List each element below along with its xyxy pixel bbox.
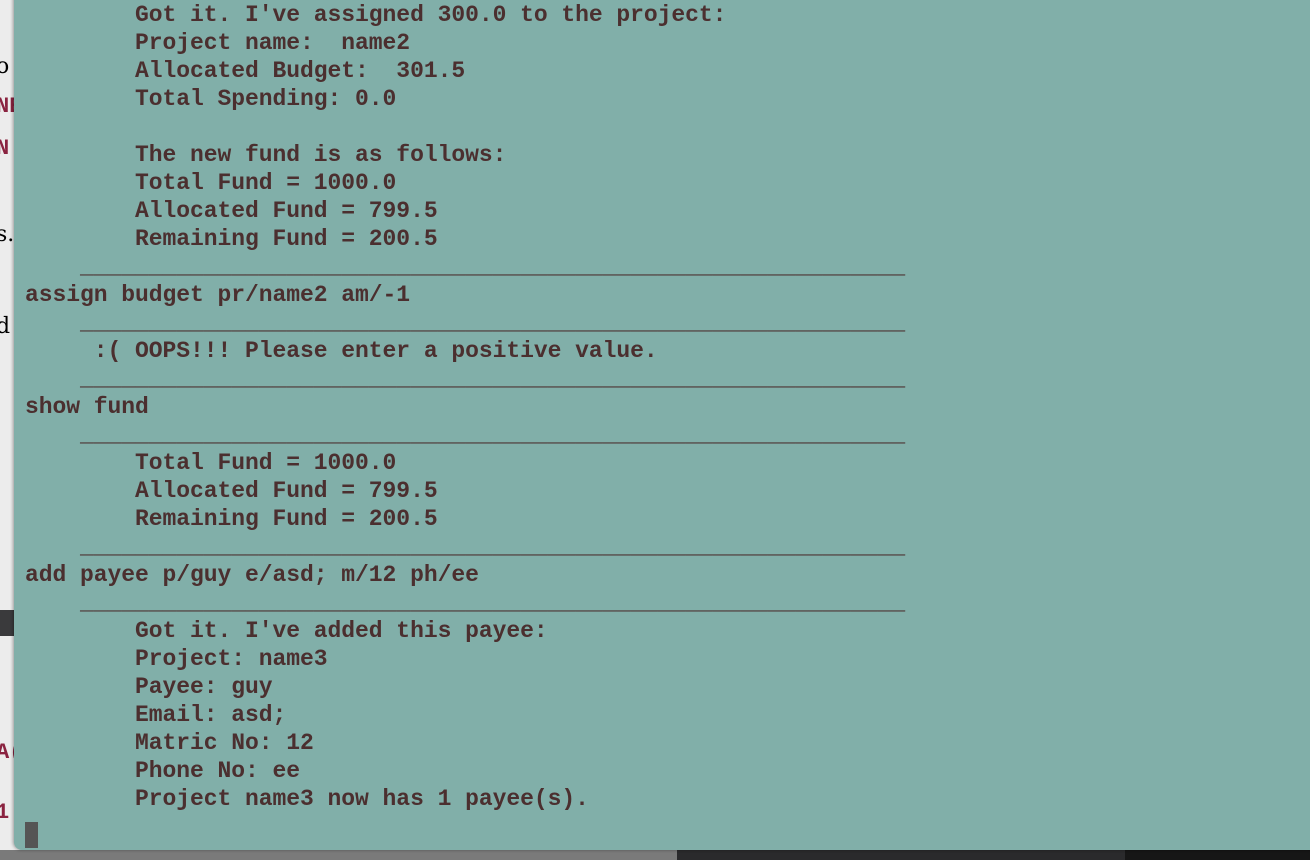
terminal-line: Allocated Fund = 799.5 [25, 478, 438, 504]
terminal-line: Project: name3 [25, 646, 328, 672]
terminal-line: Total Spending: 0.0 [25, 86, 397, 112]
background-text: o [0, 54, 10, 79]
background-text: 1 [0, 800, 10, 825]
dock-bar [0, 850, 1310, 860]
terminal-line: Got it. I've added this payee: [25, 618, 548, 644]
terminal-cursor[interactable] [25, 822, 38, 848]
terminal-line: Remaining Fund = 200.5 [25, 226, 438, 252]
terminal-line: Total Fund = 1000.0 [25, 170, 397, 196]
separator-line: ________________________________________… [25, 254, 906, 280]
terminal-line: Phone No: ee [25, 758, 301, 784]
terminal-line: show fund [25, 394, 149, 420]
terminal-line: assign budget pr/name2 am/-1 [25, 282, 411, 308]
terminal-line: add payee p/guy e/asd; m/12 ph/ee [25, 562, 479, 588]
separator-line: ________________________________________… [25, 366, 906, 392]
separator-line: ________________________________________… [25, 310, 906, 336]
background-text: d [0, 314, 11, 339]
terminal-line: Project name: name2 [25, 30, 411, 56]
terminal-line: Allocated Budget: 301.5 [25, 58, 466, 84]
terminal-line: Email: asd; [25, 702, 287, 728]
terminal-line: The new fund is as follows: [25, 142, 507, 168]
terminal-line: Total Fund = 1000.0 [25, 450, 397, 476]
terminal-line: Got it. I've assigned 300.0 to the proje… [25, 2, 727, 28]
terminal-line: Payee: guy [25, 674, 273, 700]
separator-line: ________________________________________… [25, 422, 906, 448]
separator-line: ________________________________________… [25, 590, 906, 616]
terminal-line: Allocated Fund = 799.5 [25, 198, 438, 224]
terminal-output: Got it. I've assigned 300.0 to the proje… [25, 1, 905, 813]
background-text: s. [0, 222, 15, 247]
background-text: N [0, 136, 10, 161]
separator-line: ________________________________________… [25, 534, 906, 560]
terminal-line: :( OOPS!!! Please enter a positive value… [25, 338, 658, 364]
terminal-line: Remaining Fund = 200.5 [25, 506, 438, 532]
terminal-window[interactable]: Got it. I've assigned 300.0 to the proje… [14, 0, 1310, 850]
terminal-line: Matric No: 12 [25, 730, 314, 756]
terminal-line: Project name3 now has 1 payee(s). [25, 786, 589, 812]
